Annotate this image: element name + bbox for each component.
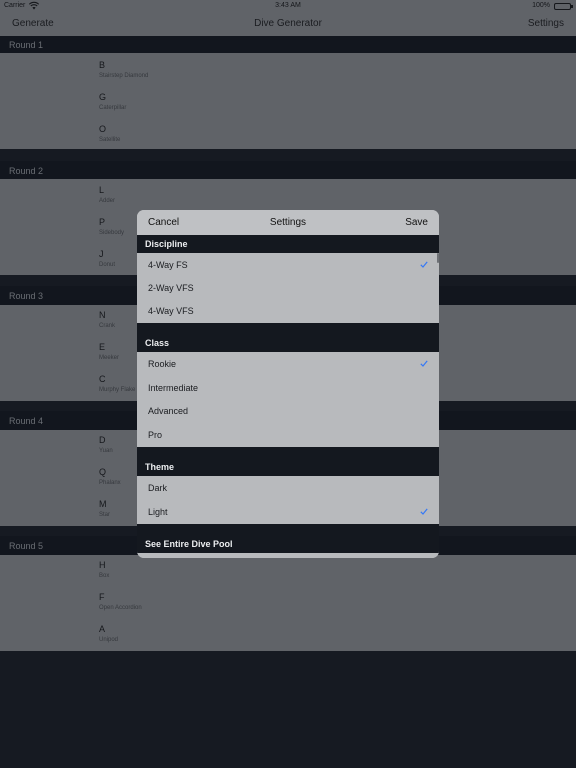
dive-item[interactable]: J Donut	[99, 249, 115, 268]
dive-letter: B	[99, 60, 106, 70]
settings-title: Settings	[269, 217, 307, 228]
settings-modal: Cancel Settings Save Discipline 4-Way FS…	[137, 210, 439, 558]
dive-item[interactable]: O Satellite	[99, 124, 120, 143]
dive-item[interactable]: A Unipod	[99, 624, 118, 643]
section-header-theme: Theme	[137, 447, 439, 476]
dive-item[interactable]: Q Phalanx	[99, 467, 121, 486]
dive-letter: O	[99, 124, 107, 134]
round-header: Round 2	[0, 161, 576, 179]
section-header-class: Class	[137, 323, 439, 352]
see-entire-dive-pool-button[interactable]: See Entire Dive Pool	[137, 524, 439, 553]
option-4-way-vfs[interactable]: 4-Way VFS	[137, 299, 439, 322]
round-1-dives: B Stairstep Diamond G Caterpillar O Satelli…	[0, 53, 576, 149]
settings-nav-bar: Cancel Settings Save	[137, 210, 439, 235]
dive-name: Yuan	[99, 448, 113, 454]
dive-name: Caterpillar	[99, 105, 127, 111]
row-divider	[137, 553, 439, 558]
checkmark-icon	[420, 261, 428, 268]
dive-name: Phalanx	[99, 480, 121, 486]
dive-name: Murphy Flake	[99, 387, 136, 393]
save-button[interactable]: Save	[405, 217, 428, 228]
dive-name: Open Accordion	[99, 605, 142, 611]
option-light[interactable]: Light	[137, 500, 439, 523]
dive-item[interactable]: H Box	[99, 560, 109, 579]
dive-item[interactable]: L Adder	[99, 185, 115, 204]
battery-percent: 100%	[532, 2, 550, 9]
battery-icon	[554, 3, 573, 10]
dive-item[interactable]: C Murphy Flake	[99, 374, 135, 393]
dive-name: Box	[99, 573, 110, 579]
clock: 3:43 AM	[275, 2, 301, 9]
dive-item[interactable]: E Meeker	[99, 342, 119, 361]
dive-letter: L	[99, 185, 105, 195]
dive-item[interactable]: M Star	[99, 499, 110, 518]
dive-letter: Q	[99, 467, 107, 477]
option-label: Rookie	[148, 359, 177, 369]
dive-letter: P	[99, 217, 106, 227]
option-label: Intermediate	[148, 383, 199, 393]
option-2-way-vfs[interactable]: 2-Way VFS	[137, 276, 439, 299]
dive-name: Meeker	[99, 355, 120, 361]
checkmark-icon	[420, 360, 428, 367]
option-label: Pro	[148, 430, 163, 440]
option-pro[interactable]: Pro	[137, 423, 439, 446]
round-5-dives: H Box F Open Accordion A Unipod	[0, 555, 576, 651]
option-label: Light	[148, 507, 168, 517]
page-title: Dive Generator	[254, 18, 322, 29]
dive-item[interactable]: B Stairstep Diamond	[99, 60, 148, 79]
dive-letter: J	[99, 249, 104, 259]
nav-bar: Generate Dive Generator Settings	[0, 12, 576, 36]
dive-letter: A	[99, 624, 106, 634]
dive-item[interactable]: D Yuan	[99, 435, 113, 454]
dive-name: Stairstep Diamond	[99, 73, 149, 79]
option-label: Advanced	[148, 406, 189, 416]
settings-button[interactable]: Settings	[528, 18, 564, 29]
dive-name: Crank	[99, 323, 116, 329]
option-label: Dark	[148, 483, 168, 493]
dive-name: Unipod	[99, 637, 119, 643]
option-rookie[interactable]: Rookie	[137, 352, 439, 375]
dive-name: Star	[99, 512, 111, 518]
dive-letter: D	[99, 435, 106, 445]
round-header: Round 1	[0, 36, 576, 53]
option-label: 4-Way FS	[148, 260, 188, 270]
status-bar: Carrier 3:43 AM 100%	[0, 0, 576, 12]
dive-name: Sidebody	[99, 230, 125, 236]
checkmark-icon	[420, 508, 428, 515]
dive-item[interactable]: F Open Accordion	[99, 592, 142, 611]
scroll-indicator[interactable]	[437, 253, 439, 263]
dive-item[interactable]: P Sidebody	[99, 217, 124, 236]
dive-item[interactable]: G Caterpillar	[99, 92, 126, 111]
option-dark[interactable]: Dark	[137, 476, 439, 499]
dive-item[interactable]: N Crank	[99, 310, 115, 329]
dive-name: Satellite	[99, 137, 121, 143]
dive-letter: G	[99, 92, 107, 102]
dive-letter: H	[99, 560, 106, 570]
option-label: 2-Way VFS	[148, 283, 194, 293]
option-advanced[interactable]: Advanced	[137, 399, 439, 422]
dive-name: Adder	[99, 198, 116, 204]
dive-letter: F	[99, 592, 105, 602]
option-4-way-fs[interactable]: 4-Way FS	[137, 253, 439, 276]
dive-letter: E	[99, 342, 106, 352]
dive-letter: C	[99, 374, 106, 384]
dive-letter: M	[99, 499, 107, 509]
dive-letter: N	[99, 310, 106, 320]
option-label: 4-Way VFS	[148, 306, 194, 316]
option-intermediate[interactable]: Intermediate	[137, 376, 439, 399]
section-header-discipline: Discipline	[137, 235, 439, 253]
dive-name: Donut	[99, 262, 116, 268]
